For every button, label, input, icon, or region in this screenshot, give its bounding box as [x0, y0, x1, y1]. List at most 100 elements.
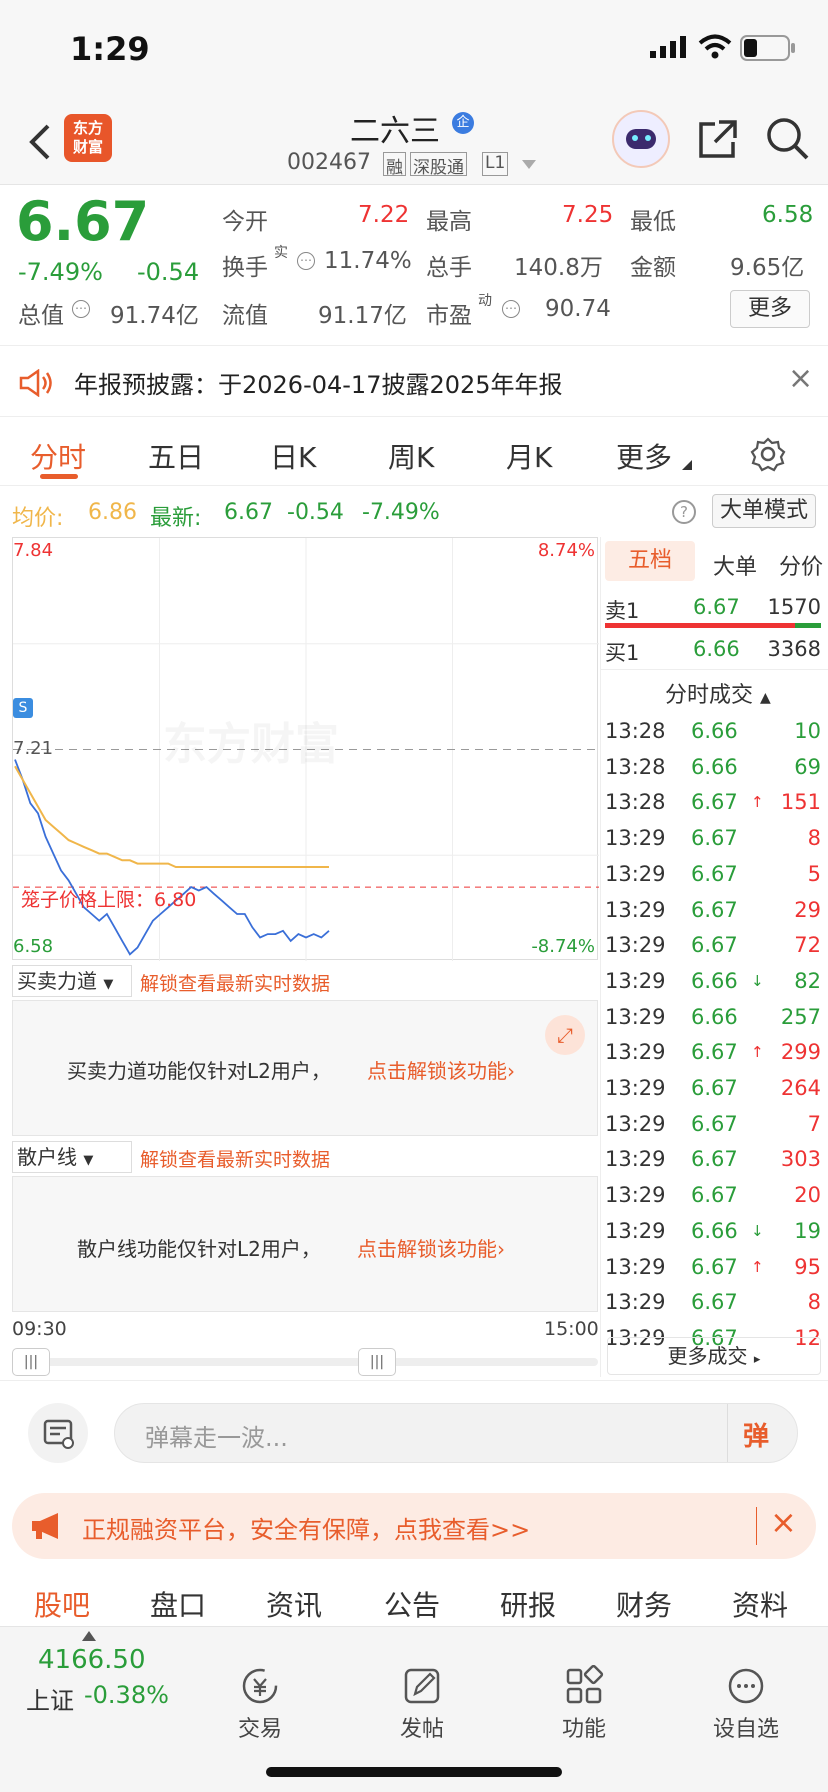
send-danmaku-button[interactable]: 弹 [743, 1416, 769, 1453]
ticks-title[interactable]: 分时成交 ▲ [665, 677, 771, 709]
unlock-feature-link-2-text: 点击解锁该功能 [357, 1237, 497, 1261]
tick-price: 6.67 [691, 1111, 738, 1136]
scrubber-handle-left[interactable]: ||| [12, 1348, 50, 1376]
tick-price: 6.66 [691, 1218, 738, 1243]
scrubber-handle-right[interactable]: ||| [358, 1348, 396, 1376]
tick-row: 13:28 6.67 ↑ 151 [601, 784, 828, 820]
latest-value: 6.67 [224, 500, 273, 525]
turnover-sup: 实 [274, 245, 288, 261]
tick-time: 13:29 [605, 861, 666, 886]
tick-price: 6.67 [691, 790, 738, 815]
tab-research[interactable]: 研报 [500, 1584, 556, 1624]
danmaku-input[interactable]: 弹幕走一波... 弹 [114, 1403, 798, 1463]
unlock-link-1[interactable]: 解锁查看最新实时数据 [140, 969, 330, 996]
home-indicator [266, 1767, 562, 1777]
time-scrubber-track[interactable] [12, 1358, 598, 1366]
tab-profile[interactable]: 资料 [732, 1584, 788, 1624]
index-value[interactable]: 4166.50 [38, 1645, 146, 1675]
tick-price: 6.67 [691, 826, 738, 851]
info-icon[interactable]: ⋯ [72, 300, 90, 318]
tick-time: 13:29 [605, 1290, 666, 1315]
expand-icon[interactable]: ⤢ [545, 1015, 585, 1055]
tick-volume: 257 [780, 1004, 821, 1029]
add-watchlist-button[interactable]: 设自选 [691, 1665, 801, 1743]
sell-bar [605, 623, 795, 628]
indicator-select-2-label: 散户线 [17, 1145, 77, 1169]
low-value: 6.58 [762, 202, 814, 228]
market-cap-value: 91.74亿 [110, 303, 199, 329]
tab-news[interactable]: 资讯 [266, 1584, 322, 1624]
tick-row: 13:29 6.67 5 [601, 856, 828, 892]
sell-marker[interactable]: S [13, 698, 33, 718]
unlock-link-2[interactable]: 解锁查看最新实时数据 [140, 1145, 330, 1172]
tick-direction-icon: ↑ [751, 1257, 764, 1276]
trade-button[interactable]: 交易 [205, 1665, 315, 1743]
tab-five-day[interactable]: 五日 [148, 436, 204, 476]
assistant-avatar[interactable] [612, 110, 670, 168]
locked-msg-2: 散户线功能仅针对L2用户， [77, 1237, 321, 1261]
tab-more[interactable]: 更多 [616, 436, 672, 476]
tab-intraday[interactable]: 分时 [30, 436, 86, 476]
latest-change: -0.54 [287, 500, 344, 525]
tab-monthly-k[interactable]: 月K [506, 436, 552, 476]
indicator-select-1-label: 买卖力道 [17, 969, 97, 993]
help-icon[interactable]: ? [672, 500, 696, 524]
function-icon [566, 1665, 604, 1704]
open-label: 今开 [222, 209, 268, 235]
tab-daily-k[interactable]: 日K [270, 436, 316, 476]
tick-time: 13:29 [605, 826, 666, 851]
tick-price: 6.67 [691, 1040, 738, 1065]
big-order-mode-button[interactable]: 大单模式 [712, 494, 816, 528]
tab-forum[interactable]: 股吧 [34, 1584, 90, 1624]
intraday-chart[interactable]: 7.84 6.58 8.74% -8.74% 7.21 笼子价格上限：6.80 … [12, 537, 599, 961]
tick-volume: 299 [780, 1040, 821, 1065]
close-icon[interactable]: × [770, 1503, 797, 1541]
more-button[interactable]: 更多 [730, 290, 810, 328]
tab-big-orders[interactable]: 大单 [713, 549, 757, 581]
unlock-feature-link-1[interactable]: 点击解锁该功能› [367, 1055, 515, 1084]
tick-row: 13:29 6.67 264 [601, 1070, 828, 1106]
more-ticks-button[interactable]: 更多成交 ▸ [607, 1337, 821, 1375]
tick-time: 13:29 [605, 933, 666, 958]
unlock-feature-link-2[interactable]: 点击解锁该功能› [357, 1233, 505, 1262]
tick-time: 13:29 [605, 1111, 666, 1136]
promo-banner[interactable]: 正规融资平台，安全有保障，点我查看>> × [12, 1493, 816, 1559]
tab-financials[interactable]: 财务 [616, 1584, 672, 1624]
share-icon[interactable] [697, 118, 739, 160]
tick-row: 13:29 6.67 ↑ 95 [601, 1249, 828, 1285]
status-time: 1:29 [70, 30, 150, 68]
nav-bar: 东方 财富 二六三 企 002467 融 深股通 L1 [0, 100, 828, 185]
badge-margin: 融 [383, 152, 406, 178]
indicator-row-1: 买卖力道 ▼ 解锁查看最新实时数据 [12, 965, 598, 999]
tab-orderbook[interactable]: 盘口 [150, 1584, 206, 1624]
tick-row: 13:28 6.66 69 [601, 749, 828, 785]
tick-time: 13:29 [605, 1004, 666, 1029]
danmaku-placeholder: 弹幕走一波... [145, 1424, 288, 1452]
add-watch-label: 设自选 [712, 1717, 779, 1742]
info-icon[interactable]: ⋯ [502, 300, 520, 318]
notice-text: 年报预披露：于2026-04-17披露2025年年报 [74, 371, 563, 399]
close-icon[interactable]: × [788, 361, 813, 396]
notice-bar[interactable]: 年报预披露：于2026-04-17披露2025年年报 × [0, 347, 828, 417]
wifi-icon [698, 34, 732, 59]
indicator-select-1[interactable]: 买卖力道 ▼ [12, 965, 132, 997]
function-button[interactable]: 功能 [529, 1665, 639, 1743]
tick-time: 13:29 [605, 1040, 666, 1065]
tab-price-dist[interactable]: 分价 [763, 549, 823, 581]
megaphone-icon [32, 1513, 58, 1539]
unlock-feature-link-1-text: 点击解锁该功能 [367, 1059, 507, 1083]
post-button[interactable]: 发帖 [367, 1665, 477, 1743]
info-icon[interactable]: ⋯ [297, 252, 315, 270]
stock-code: 002467 [287, 150, 371, 175]
danmaku-settings-icon[interactable] [28, 1403, 88, 1463]
gear-icon[interactable] [750, 436, 786, 472]
tab-announcements[interactable]: 公告 [384, 1584, 440, 1624]
tab-five-levels[interactable]: 五档 [605, 541, 695, 581]
search-icon[interactable] [765, 116, 811, 162]
pe-value: 90.74 [545, 296, 611, 322]
dropdown-icon[interactable] [522, 160, 536, 170]
chart-pct-bottom: -8.74% [531, 936, 595, 957]
tab-weekly-k[interactable]: 周K [388, 436, 434, 476]
back-icon[interactable] [26, 122, 52, 162]
indicator-select-2[interactable]: 散户线 ▼ [12, 1141, 132, 1173]
